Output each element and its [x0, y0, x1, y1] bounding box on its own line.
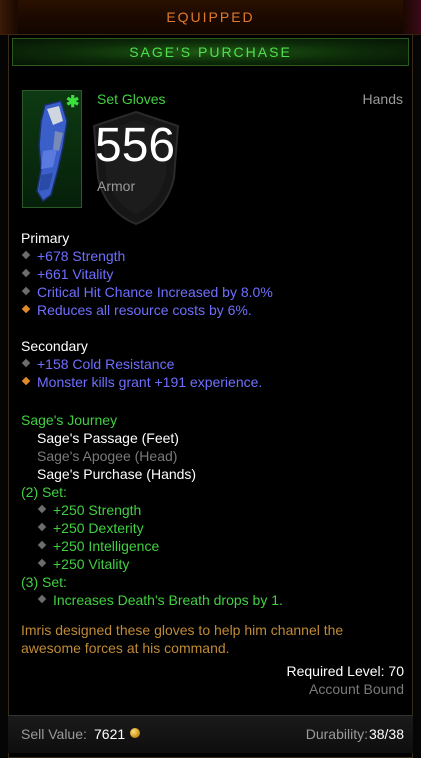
- set-bonus-text: Increases Death's Breath drops by 1.: [53, 592, 283, 608]
- bullet-icon: [37, 559, 47, 568]
- item-tooltip: EQUIPPED SAGE'S PURCHASE ✱ Set Gloves Ha…: [0, 0, 421, 758]
- tooltip-footer: Sell Value: 7621 Durability: 38/38: [8, 715, 413, 753]
- bullet-icon: [37, 595, 47, 604]
- set-bonus-line: +250 Dexterity: [37, 520, 144, 536]
- bullet-icon: [21, 269, 31, 278]
- stat-text: Critical Hit Chance Increased by 8.0%: [37, 284, 273, 300]
- set-bonus-2-label: (2) Set:: [21, 484, 67, 500]
- equipped-header: EQUIPPED: [0, 0, 421, 35]
- stat-text: Monster kills grant +191 experience.: [37, 374, 263, 390]
- stat-text: +678 Strength: [37, 248, 126, 264]
- bullet-icon: [37, 523, 47, 532]
- item-name: SAGE'S PURCHASE: [129, 44, 292, 60]
- armor-value: 556: [95, 119, 176, 172]
- equipped-label: EQUIPPED: [166, 9, 255, 25]
- item-title-bar: SAGE'S PURCHASE: [12, 38, 409, 66]
- set-bonus-3-label: (3) Set:: [21, 574, 67, 590]
- primary-stat: +678 Strength: [21, 248, 125, 264]
- bullet-icon: [21, 359, 31, 368]
- green-star-icon: ✱: [66, 94, 80, 111]
- gold-coin-icon: [130, 728, 140, 738]
- legendary-bullet-icon: [21, 305, 31, 314]
- set-bonus-line: Increases Death's Breath drops by 1.: [37, 592, 283, 608]
- bullet-icon: [37, 541, 47, 550]
- set-bonus-text: +250 Intelligence: [53, 538, 160, 554]
- item-type: Set Gloves: [97, 91, 166, 107]
- set-piece-owned: Sage's Passage (Feet): [37, 430, 179, 446]
- set-name: Sage's Journey: [21, 412, 118, 428]
- primary-heading: Primary: [21, 230, 70, 246]
- set-bonus-line: +250 Strength: [37, 502, 141, 518]
- set-bonus-text: +250 Strength: [53, 502, 142, 518]
- set-piece-owned: Sage's Purchase (Hands): [37, 466, 197, 482]
- primary-stat: +661 Vitality: [21, 266, 113, 282]
- set-bonus-text: +250 Vitality: [53, 556, 130, 572]
- flavor-text: Imris designed these gloves to help him …: [21, 621, 401, 657]
- secondary-heading: Secondary: [21, 338, 88, 354]
- armor-label: Armor: [97, 178, 136, 194]
- bullet-icon: [37, 505, 47, 514]
- legendary-bullet-icon: [21, 377, 31, 386]
- set-bonus-text: +250 Dexterity: [53, 520, 144, 536]
- set-bonus-line: +250 Intelligence: [37, 538, 159, 554]
- item-slot: Hands: [362, 91, 403, 107]
- primary-stat-legendary: Reduces all resource costs by 6%.: [21, 302, 252, 318]
- flavor-line: Imris designed these gloves to help him …: [21, 622, 344, 638]
- required-level: Required Level: 70: [286, 663, 404, 679]
- primary-stat: Critical Hit Chance Increased by 8.0%: [21, 284, 273, 300]
- durability-value: 38/38: [368, 726, 404, 742]
- secondary-stat-legendary: Monster kills grant +191 experience.: [21, 374, 262, 390]
- sell-value-label: Sell Value:: [21, 726, 87, 742]
- durability-label: Durability:: [305, 726, 368, 742]
- set-piece-missing: Sage's Apogee (Head): [37, 448, 178, 464]
- stat-text: Reduces all resource costs by 6%.: [37, 302, 252, 318]
- set-bonus-line: +250 Vitality: [37, 556, 129, 572]
- bullet-icon: [21, 287, 31, 296]
- bullet-icon: [21, 251, 31, 260]
- flavor-line: awesome forces at his command.: [21, 640, 230, 656]
- account-bound: Account Bound: [309, 681, 404, 697]
- secondary-stat: +158 Cold Resistance: [21, 356, 174, 372]
- stat-text: +158 Cold Resistance: [37, 356, 175, 372]
- stat-text: +661 Vitality: [37, 266, 114, 282]
- sell-value: 7621: [94, 726, 126, 742]
